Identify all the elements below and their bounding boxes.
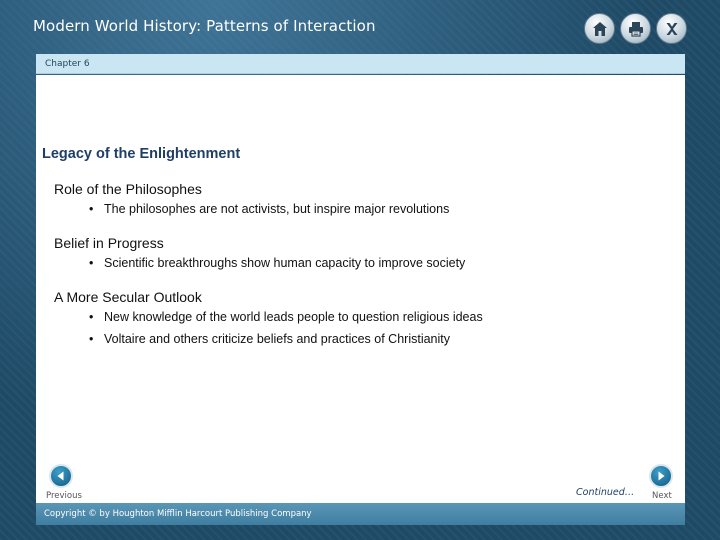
home-button[interactable] bbox=[584, 13, 615, 44]
slide-heading: Legacy of the Enlightenment bbox=[42, 146, 241, 162]
chapter-label: Chapter 6 bbox=[45, 59, 90, 69]
section-title: Role of the Philosophes bbox=[54, 181, 202, 197]
bullet-icon: • bbox=[89, 332, 94, 346]
slide-content: Legacy of the Enlightenment Role of the … bbox=[36, 75, 685, 503]
bullet-text: Scientific breakthroughs show human capa… bbox=[104, 256, 466, 270]
bullet-icon: • bbox=[89, 202, 94, 216]
print-button[interactable] bbox=[620, 13, 651, 44]
previous-button[interactable] bbox=[49, 464, 73, 488]
bullet-item: • The philosophes are not activists, but… bbox=[54, 198, 674, 220]
section-belief-in-progress: Belief in Progress • Scientific breakthr… bbox=[54, 234, 674, 274]
copyright-text: Copyright © by Houghton Mifflin Harcourt… bbox=[44, 509, 312, 519]
print-icon bbox=[628, 21, 643, 37]
bullet-icon: • bbox=[89, 256, 94, 270]
app-title: Modern World History: Patterns of Intera… bbox=[33, 17, 376, 35]
section-role-of-philosophes: Role of the Philosophes • The philosophe… bbox=[54, 180, 674, 220]
arrow-left-icon bbox=[57, 471, 64, 481]
bullet-item: • New knowledge of the world leads peopl… bbox=[54, 306, 674, 328]
section-secular-outlook: A More Secular Outlook • New knowledge o… bbox=[54, 288, 674, 350]
close-button[interactable] bbox=[656, 13, 687, 44]
footer-bar: Copyright © by Houghton Mifflin Harcourt… bbox=[36, 503, 685, 525]
chapter-bar: Chapter 6 bbox=[36, 54, 685, 74]
next-label[interactable]: Next bbox=[652, 491, 672, 501]
section-title: A More Secular Outlook bbox=[54, 289, 202, 305]
slide-sections: Role of the Philosophes • The philosophe… bbox=[54, 180, 674, 364]
next-button[interactable] bbox=[649, 464, 673, 488]
previous-label[interactable]: Previous bbox=[46, 491, 82, 501]
arrow-right-icon bbox=[658, 471, 665, 481]
close-icon bbox=[666, 22, 677, 35]
bullet-item: • Voltaire and others criticize beliefs … bbox=[54, 328, 674, 350]
bullet-icon: • bbox=[89, 310, 94, 324]
section-title: Belief in Progress bbox=[54, 235, 164, 251]
bullet-text: The philosophes are not activists, but i… bbox=[104, 202, 450, 216]
continued-label: Continued… bbox=[576, 487, 635, 498]
top-toolbar bbox=[584, 13, 687, 44]
bullet-text: New knowledge of the world leads people … bbox=[104, 310, 483, 324]
bullet-item: • Scientific breakthroughs show human ca… bbox=[54, 252, 674, 274]
bullet-text: Voltaire and others criticize beliefs an… bbox=[104, 332, 450, 346]
home-icon bbox=[592, 21, 607, 36]
